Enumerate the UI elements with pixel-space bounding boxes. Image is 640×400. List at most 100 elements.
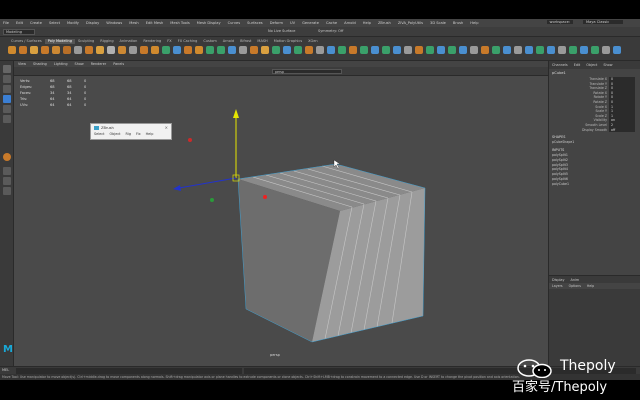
shelf-tool-icon[interactable] xyxy=(591,46,599,54)
pivot-handle-icon[interactable] xyxy=(210,198,214,202)
shelf-tool-icon[interactable] xyxy=(316,46,324,54)
shelf-tool-icon[interactable] xyxy=(547,46,555,54)
viewport-menu-item-4[interactable]: Renderer xyxy=(91,62,106,66)
outliner-view-icon[interactable] xyxy=(3,187,11,195)
mel-label[interactable]: MEL xyxy=(2,368,14,372)
rotate-tool-icon[interactable] xyxy=(3,105,11,113)
shelf-tool-icon[interactable] xyxy=(228,46,236,54)
menu-item-16[interactable]: Cache xyxy=(326,21,337,25)
popup-menu-item-2[interactable]: Rig xyxy=(126,132,131,136)
attribute-row[interactable]: Display Smooth off xyxy=(549,127,640,133)
shelf-tool-icon[interactable] xyxy=(250,46,258,54)
layer-tab-1[interactable]: Anim xyxy=(571,278,580,282)
shelf-tool-icon[interactable] xyxy=(151,46,159,54)
shelf-tab-3[interactable]: Rigging xyxy=(97,39,116,44)
menu-item-10[interactable]: Mesh Display xyxy=(197,21,221,25)
shelf-tool-icon[interactable] xyxy=(536,46,544,54)
shelf-tab-1[interactable]: Poly Modeling xyxy=(44,39,75,44)
paint-select-icon[interactable] xyxy=(3,85,11,93)
shelf-tool-icon[interactable] xyxy=(514,46,522,54)
shelf-tool-icon[interactable] xyxy=(140,46,148,54)
viewport-menu-item-0[interactable]: View xyxy=(18,62,26,66)
viewport-menu-item-2[interactable]: Lighting xyxy=(54,62,68,66)
channel-tab-1[interactable]: Edit xyxy=(574,63,581,67)
shelf-tab-7[interactable]: FX Caching xyxy=(175,39,201,44)
shelf-tool-icon[interactable] xyxy=(437,46,445,54)
shelf-tool-icon[interactable] xyxy=(602,46,610,54)
shelf-tool-icon[interactable] xyxy=(481,46,489,54)
shelf-tool-icon[interactable] xyxy=(96,46,104,54)
shelf-tool-icon[interactable] xyxy=(63,46,71,54)
scale-tool-icon[interactable] xyxy=(3,115,11,123)
shelf-tab-5[interactable]: Rendering xyxy=(140,39,164,44)
viewport-menu-item-1[interactable]: Shading xyxy=(33,62,47,66)
shelf-tool-icon[interactable] xyxy=(272,46,280,54)
shelf-tool-icon[interactable] xyxy=(8,46,16,54)
popup-menu-item-4[interactable]: Help xyxy=(146,132,154,136)
menu-item-14[interactable]: UV xyxy=(290,21,295,25)
shelf-tool-icon[interactable] xyxy=(305,46,313,54)
camera-select[interactable]: persp xyxy=(272,69,342,74)
shelf-tool-icon[interactable] xyxy=(580,46,588,54)
menu-item-6[interactable]: Windows xyxy=(106,21,122,25)
menu-item-11[interactable]: Curves xyxy=(228,21,240,25)
viewport-persp[interactable]: Verts: 68 68 0 Edges: 68 68 0 Faces: 34 34 0 Tris: 64… xyxy=(14,76,548,366)
shelf-tool-icon[interactable] xyxy=(19,46,27,54)
z-axis-handle[interactable] xyxy=(178,177,237,189)
viewport-menu-item-3[interactable]: Show xyxy=(75,62,84,66)
shelf-tab-0[interactable]: Curves / Surfaces xyxy=(8,39,45,44)
menu-item-1[interactable]: Edit xyxy=(16,21,23,25)
pivot-point-icon[interactable] xyxy=(263,195,267,199)
menu-item-17[interactable]: Arnold xyxy=(344,21,356,25)
popup-menu-item-3[interactable]: Fix xyxy=(136,132,141,136)
shelf-tab-12[interactable]: Motion Graphics xyxy=(271,39,305,44)
zbrush-popup[interactable]: ZBrush × Select Object Rig Fix Help xyxy=(90,123,172,140)
shelf-tool-icon[interactable] xyxy=(459,46,467,54)
shelf-tool-icon[interactable] xyxy=(338,46,346,54)
shelf-tab-11[interactable]: MASH xyxy=(254,39,270,44)
shelf-tool-icon[interactable] xyxy=(41,46,49,54)
select-tool-icon[interactable] xyxy=(3,65,11,73)
menu-item-12[interactable]: Surfaces xyxy=(247,21,263,25)
z-arrow-icon[interactable] xyxy=(173,185,181,191)
shelf-tool-icon[interactable] xyxy=(173,46,181,54)
y-arrow-icon[interactable] xyxy=(233,109,239,118)
shelf-tool-icon[interactable] xyxy=(118,46,126,54)
menu-item-18[interactable]: Help xyxy=(363,21,371,25)
shelf-tool-icon[interactable] xyxy=(52,46,60,54)
shelf-tab-6[interactable]: FX xyxy=(164,39,174,44)
shelf-tool-icon[interactable] xyxy=(107,46,115,54)
menu-item-3[interactable]: Select xyxy=(49,21,60,25)
shelf-tool-icon[interactable] xyxy=(327,46,335,54)
menu-item-20[interactable]: ZiVA_PolyUtils xyxy=(398,21,423,25)
shelf-tool-icon[interactable] xyxy=(239,46,247,54)
menu-item-7[interactable]: Mesh xyxy=(129,21,138,25)
viewport-menu-item-5[interactable]: Panels xyxy=(113,62,124,66)
shelf-tool-icon[interactable] xyxy=(294,46,302,54)
symmetry-label[interactable]: Symmetry: Off xyxy=(318,29,343,33)
popup-menu-item-0[interactable]: Select xyxy=(94,132,104,136)
menu-item-13[interactable]: Deform xyxy=(270,21,283,25)
channel-tab-2[interactable]: Object xyxy=(586,63,597,67)
workspace-select[interactable]: Maya Classic xyxy=(583,20,623,24)
layer-tab-0[interactable]: Display xyxy=(552,278,565,282)
shelf-tab-9[interactable]: Arnold xyxy=(220,39,237,44)
four-view-icon[interactable] xyxy=(3,177,11,185)
shelf-tab-10[interactable]: Bifrost xyxy=(237,39,254,44)
layer-menu-item-0[interactable]: Layers xyxy=(552,284,563,288)
shelf-tool-icon[interactable] xyxy=(525,46,533,54)
shelf-tool-icon[interactable] xyxy=(558,46,566,54)
shelf-tool-icon[interactable] xyxy=(162,46,170,54)
shelf-tool-icon[interactable] xyxy=(217,46,225,54)
menu-set-select[interactable]: Modeling xyxy=(3,29,35,35)
menu-item-22[interactable]: Brush xyxy=(453,21,463,25)
shelf-tool-icon[interactable] xyxy=(470,46,478,54)
shelf-tool-icon[interactable] xyxy=(360,46,368,54)
channel-tab-3[interactable]: Show xyxy=(603,63,612,67)
shelf-tab-8[interactable]: Custom xyxy=(200,39,219,44)
shelf-tool-icon[interactable] xyxy=(404,46,412,54)
single-view-icon[interactable] xyxy=(3,167,11,175)
shelf-tool-icon[interactable] xyxy=(492,46,500,54)
shelf-tool-icon[interactable] xyxy=(382,46,390,54)
popup-menu-item-1[interactable]: Object xyxy=(109,132,120,136)
